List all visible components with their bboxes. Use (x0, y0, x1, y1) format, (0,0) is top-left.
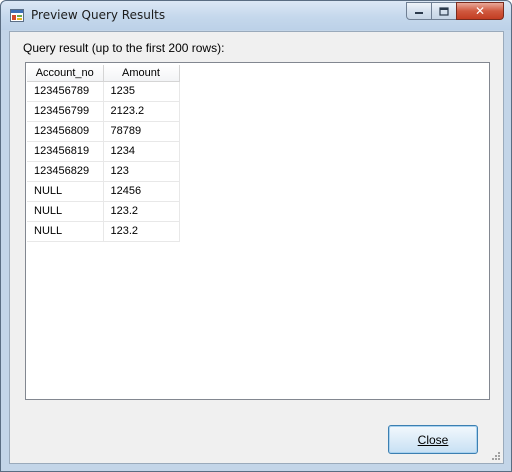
column-header-account-no[interactable]: Account_no (27, 65, 104, 82)
cell-account-no[interactable]: NULL (27, 181, 104, 202)
app-icon (10, 9, 24, 22)
cell-amount[interactable]: 1234 (103, 141, 180, 162)
close-icon: ✕ (474, 4, 486, 18)
table-row[interactable]: 123456789 1235 (27, 81, 180, 102)
table-row[interactable]: NULL 123.2 (27, 201, 180, 222)
minimize-icon (415, 12, 423, 14)
cell-account-no[interactable]: NULL (27, 221, 104, 242)
cell-amount[interactable]: 78789 (103, 121, 180, 142)
cell-amount[interactable]: 2123.2 (103, 101, 180, 122)
window-title: Preview Query Results (31, 8, 166, 22)
table-row[interactable]: 123456819 1234 (27, 141, 180, 162)
table-row[interactable]: 123456809 78789 (27, 121, 180, 142)
cell-account-no[interactable]: 123456819 (27, 141, 104, 162)
cell-amount[interactable]: 123.2 (103, 201, 180, 222)
maximize-icon (439, 6, 449, 16)
cell-amount[interactable]: 12456 (103, 181, 180, 202)
cell-amount[interactable]: 123.2 (103, 221, 180, 242)
query-result-label: Query result (up to the first 200 rows): (23, 41, 225, 55)
cell-account-no[interactable]: 123456799 (27, 101, 104, 122)
table-row[interactable]: NULL 123.2 (27, 221, 180, 242)
cell-account-no[interactable]: 123456829 (27, 161, 104, 182)
table-row[interactable]: NULL 12456 (27, 181, 180, 202)
dialog-client-area: Query result (up to the first 200 rows):… (9, 31, 504, 464)
cell-account-no[interactable]: NULL (27, 201, 104, 222)
close-button-label: Close (417, 432, 449, 447)
cell-account-no[interactable]: 123456809 (27, 121, 104, 142)
cell-amount[interactable]: 1235 (103, 81, 180, 102)
table-row[interactable]: 123456829 123 (27, 161, 180, 182)
maximize-button[interactable] (431, 2, 457, 20)
column-header-amount[interactable]: Amount (103, 65, 180, 82)
header-row: Account_no Amount (27, 65, 180, 82)
title-bar[interactable]: Preview Query Results ✕ (1, 1, 511, 30)
resize-grip-icon[interactable] (490, 450, 500, 460)
results-grid[interactable]: Account_no Amount 123456789 1235 1234567… (25, 62, 490, 400)
close-button[interactable]: Close (388, 425, 478, 454)
minimize-button[interactable] (406, 2, 432, 20)
cell-account-no[interactable]: 123456789 (27, 81, 104, 102)
table-row[interactable]: 123456799 2123.2 (27, 101, 180, 122)
window-close-button[interactable]: ✕ (456, 2, 504, 20)
dialog-window: Preview Query Results ✕ Query result (up… (0, 0, 512, 472)
results-table: Account_no Amount 123456789 1235 1234567… (27, 65, 180, 242)
cell-amount[interactable]: 123 (103, 161, 180, 182)
